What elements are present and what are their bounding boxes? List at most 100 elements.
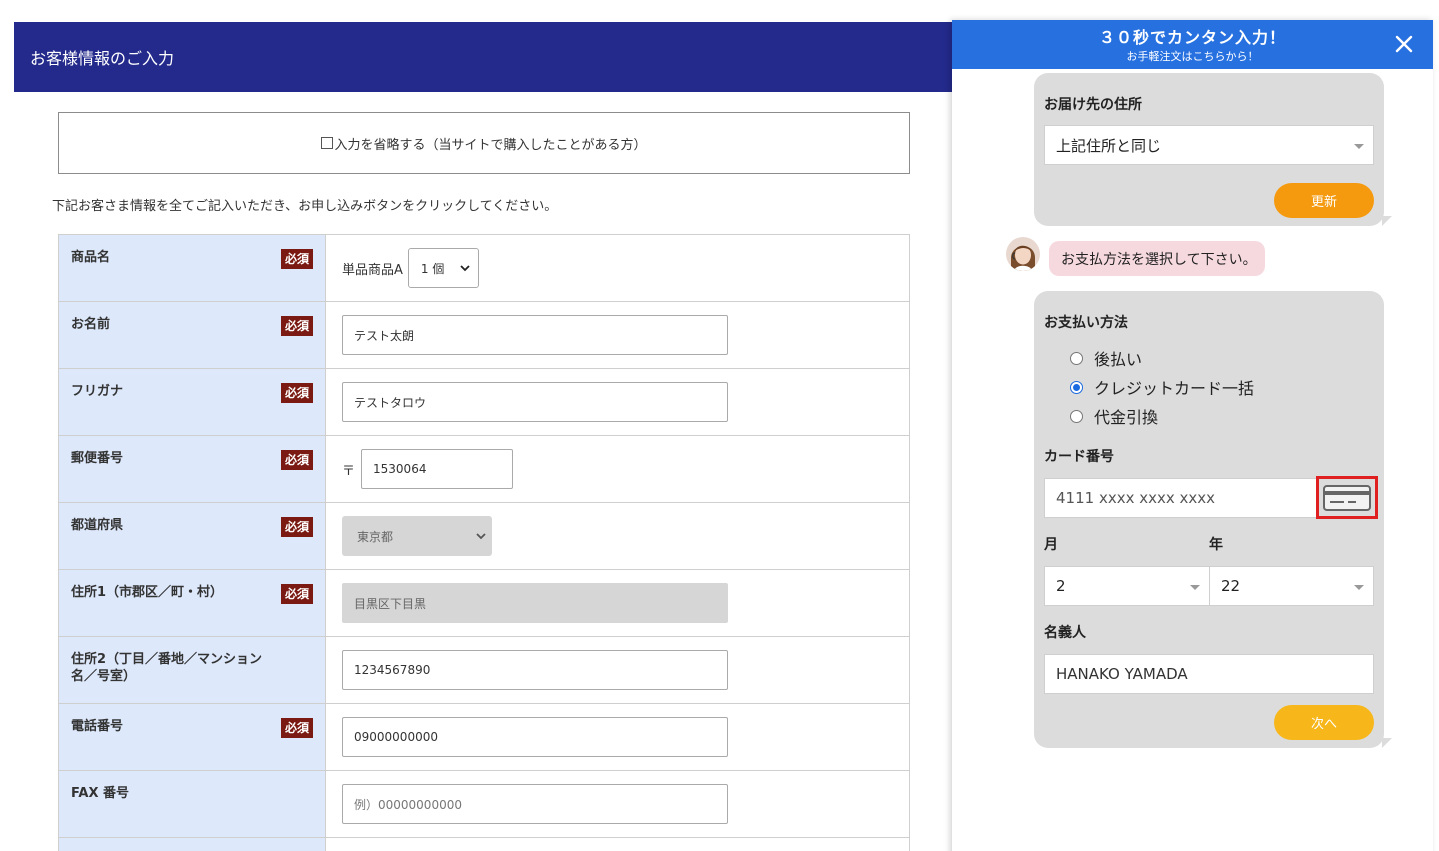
card-number-label: カード番号	[1044, 449, 1114, 465]
phone-input[interactable]: 09000000000	[342, 717, 728, 757]
form-value-phone: 09000000000	[326, 704, 909, 770]
quick-order-panel: ３０秒でカンタン入力！ お手軽注文はこちらから！ お届け先の住所 上記住所と同じ…	[952, 20, 1433, 851]
radio-button[interactable]	[1070, 409, 1083, 423]
form-row-product: 商品名 必須 単品商品A 1 個	[58, 235, 910, 302]
chevron-down-icon	[460, 264, 470, 271]
credit-card-icon	[1323, 484, 1371, 511]
form-header: お客様情報のご入力	[14, 22, 954, 92]
name-input[interactable]: テスト太朗	[342, 315, 728, 355]
caret-down-icon	[1354, 585, 1364, 590]
operator-message-text: お支払方法を選択して下さい。	[1061, 251, 1257, 268]
holder-value: HANAKO YAMADA	[1056, 665, 1188, 683]
chevron-down-icon	[476, 532, 486, 539]
zip-input[interactable]: 1530064	[361, 449, 514, 489]
required-badge: 必須	[280, 517, 313, 537]
form-row-zip: 郵便番号 必須 〒 1530064	[58, 436, 910, 503]
required-badge: 必須	[280, 584, 313, 604]
radio-button[interactable]	[1070, 351, 1083, 365]
next-button[interactable]: 次へ	[1274, 705, 1374, 740]
delivery-bubble: お届け先の住所 上記住所と同じ 更新	[1034, 73, 1384, 226]
form-row-next	[58, 838, 910, 851]
form-header-title: お客様情報のご入力	[30, 49, 175, 68]
form-row-fax: FAX 番号 例）00000000000	[58, 771, 910, 838]
year-label: 年	[1209, 537, 1223, 553]
form-label-product: 商品名 必須	[59, 235, 326, 301]
panel-subtitle: お手軽注文はこちらから！	[1126, 50, 1259, 63]
intro-text: 下記お客さま情報を全てご記入いただき、お申し込みボタンをクリックしてください。	[52, 199, 558, 214]
form-label-text: お名前	[71, 317, 111, 332]
form-label-text: FAX 番号	[71, 786, 129, 801]
update-button[interactable]: 更新	[1274, 183, 1374, 218]
form-row-prefecture: 都道府県 必須 東京都	[58, 503, 910, 570]
panel-header: ３０秒でカンタン入力！ お手軽注文はこちらから！	[952, 20, 1433, 69]
form-value-prefecture: 東京都	[326, 503, 909, 569]
form-label-text: 住所2（丁目／番地／マンション名／号室）	[71, 652, 263, 684]
prefecture-select[interactable]: 東京都	[342, 516, 492, 556]
payment-option-label: クレジットカード一括	[1094, 379, 1255, 398]
card-number-input[interactable]: 4111 xxxx xxxx xxxx	[1044, 478, 1319, 518]
form-label-address1: 住所1（市郡区／町・村） 必須	[59, 570, 326, 636]
delivery-select-value: 上記住所と同じ	[1056, 136, 1162, 155]
form-value-zip: 〒 1530064	[326, 436, 909, 502]
form-row-address1: 住所1（市郡区／町・村） 必須 目黒区下目黒	[58, 570, 910, 637]
fax-input[interactable]: 例）00000000000	[342, 784, 728, 824]
form-value-fax: 例）00000000000	[326, 771, 909, 837]
operator-message: お支払方法を選択して下さい。	[1049, 241, 1265, 276]
required-badge: 必須	[280, 249, 313, 269]
year-value: 22	[1221, 577, 1241, 595]
month-select[interactable]: 2	[1044, 566, 1210, 606]
radio-button[interactable]	[1070, 380, 1083, 394]
form-value-address1: 目黒区下目黒	[326, 570, 909, 636]
form-label-phone: 電話番号 必須	[59, 704, 326, 770]
furigana-input[interactable]: テストタロウ	[342, 382, 728, 422]
product-name: 単品商品A	[342, 262, 403, 278]
skip-input-box: 入力を省略する（当サイトで購入したことがある方）	[58, 112, 910, 174]
form-value-next	[326, 838, 909, 851]
caret-down-icon	[1354, 144, 1364, 149]
form-value-furigana: テストタロウ	[326, 369, 909, 435]
form-value-address2: 1234567890	[326, 637, 909, 703]
form-label-prefecture: 都道府県 必須	[59, 503, 326, 569]
required-badge: 必須	[280, 383, 313, 403]
address1-input[interactable]: 目黒区下目黒	[342, 583, 728, 623]
quantity-select[interactable]: 1 個	[407, 248, 479, 288]
caret-down-icon	[1190, 585, 1200, 590]
holder-label: 名義人	[1044, 625, 1086, 641]
month-label: 月	[1044, 537, 1058, 553]
postal-mark: 〒	[342, 463, 356, 479]
panel-title: ３０秒でカンタン入力！	[1098, 28, 1286, 47]
form-row-furigana: フリガナ 必須 テストタロウ	[58, 369, 910, 436]
prefecture-value: 東京都	[357, 529, 394, 544]
form-value-product: 単品商品A 1 個	[326, 235, 909, 301]
quantity-value: 1 個	[420, 261, 445, 276]
form-label-text: 郵便番号	[71, 451, 124, 466]
form-label-name: お名前 必須	[59, 302, 326, 368]
form-label-next	[59, 838, 326, 851]
required-badge: 必須	[280, 718, 313, 738]
payment-option-credit-card[interactable]: クレジットカード一括	[1070, 375, 1254, 399]
delivery-select[interactable]: 上記住所と同じ	[1044, 125, 1374, 165]
required-badge: 必須	[280, 316, 313, 336]
form-label-text: 都道府県	[71, 518, 124, 533]
skip-input-checkbox[interactable]	[321, 137, 334, 149]
address2-input[interactable]: 1234567890	[342, 650, 728, 690]
form-label-furigana: フリガナ 必須	[59, 369, 326, 435]
form-label-text: 住所1（市郡区／町・村）	[71, 585, 224, 600]
form-label-text: フリガナ	[71, 384, 124, 399]
payment-bubble: お支払い方法 後払い クレジットカード一括 代金引換 カード番号 4111 xx…	[1034, 291, 1384, 748]
form-row-name: お名前 必須 テスト太朗	[58, 302, 910, 369]
payment-option-cod[interactable]: 代金引換	[1070, 404, 1158, 428]
close-icon[interactable]	[1393, 33, 1415, 55]
bubble-tail	[1382, 738, 1392, 748]
form-row-address2: 住所2（丁目／番地／マンション名／号室） 1234567890	[58, 637, 910, 704]
card-number-value: 4111 xxxx xxxx xxxx	[1056, 489, 1216, 507]
holder-input[interactable]: HANAKO YAMADA	[1044, 654, 1374, 694]
payment-option-deferred[interactable]: 後払い	[1070, 346, 1142, 370]
skip-input-label[interactable]: 入力を省略する（当サイトで購入したことがある方）	[334, 134, 646, 153]
delivery-label: お届け先の住所	[1044, 97, 1142, 113]
card-scan-button[interactable]	[1316, 476, 1378, 519]
form-label-zip: 郵便番号 必須	[59, 436, 326, 502]
year-select[interactable]: 22	[1209, 566, 1374, 606]
bubble-tail	[1382, 216, 1392, 226]
form-value-name: テスト太朗	[326, 302, 909, 368]
